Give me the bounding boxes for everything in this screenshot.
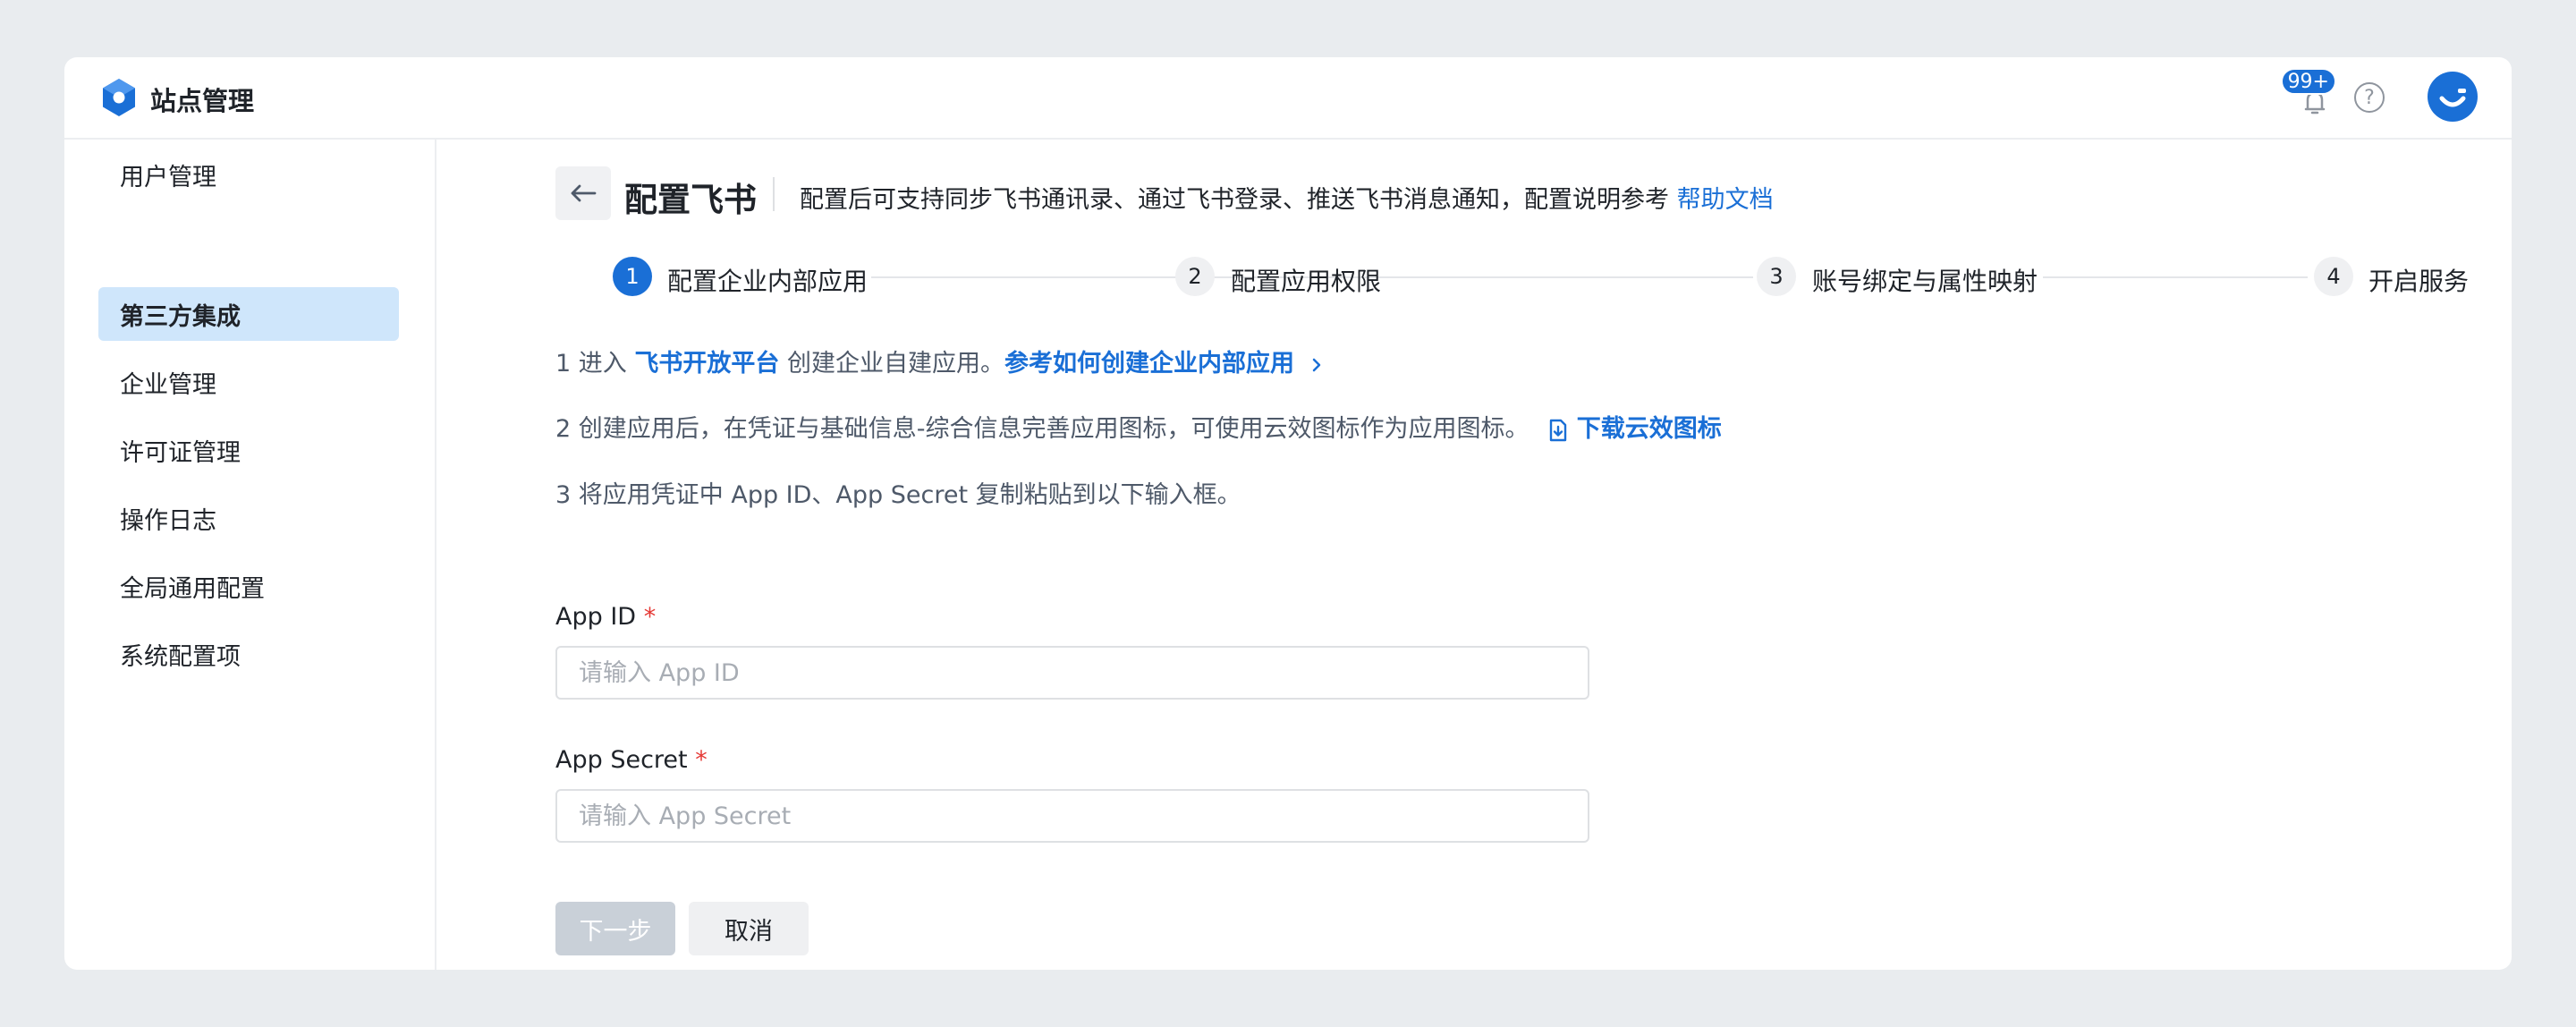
instruction-line-2: 2 创建应用后，在凭证与基础信息-综合信息完善应用图标，可使用云效图标作为应用图…: [555, 409, 1722, 444]
step-3-number: 3: [1757, 257, 1796, 296]
instruction-1-mid: 创建企业自建应用。: [786, 350, 1004, 378]
sidebar-item-license-management[interactable]: 许可证管理: [98, 423, 399, 477]
arrow-left-icon: [571, 184, 597, 202]
how-to-create-app-link[interactable]: 参考如何创建企业内部应用: [1004, 350, 1294, 378]
instruction-line-1: 1 进入 飞书开放平台 创建企业自建应用。参考如何创建企业内部应用: [555, 344, 1326, 378]
question-circle-icon[interactable]: ?: [2354, 82, 2385, 113]
app-id-input[interactable]: [555, 646, 1589, 700]
app-secret-label-text: App Secret: [555, 746, 688, 774]
avatar[interactable]: [2428, 72, 2478, 122]
avatar-face-icon: [2439, 89, 2466, 107]
step-3-label: 账号绑定与属性映射: [1812, 267, 2038, 296]
back-button[interactable]: [555, 166, 611, 220]
page-title: 配置飞书: [624, 181, 757, 219]
help-doc-link[interactable]: 帮助文档: [1677, 186, 1774, 214]
file-download-icon[interactable]: [1547, 419, 1569, 442]
step-connector: [1388, 276, 1753, 278]
required-mark: *: [695, 746, 708, 774]
instruction-line-3: 3 将应用凭证中 App ID、App Secret 复制粘贴到以下输入框。: [555, 481, 1241, 509]
top-header: 站点管理 99+ ?: [64, 57, 2512, 140]
cancel-button[interactable]: 取消: [689, 902, 809, 955]
sidebar-item-system-config[interactable]: 系统配置项: [98, 627, 399, 681]
app-id-label-text: App ID: [555, 603, 637, 631]
app-secret-label: App Secret *: [555, 746, 708, 774]
app-id-label: App ID *: [555, 603, 656, 631]
title-divider: [773, 177, 775, 211]
hexagon-logo-icon: [103, 79, 135, 116]
download-icon-link[interactable]: 下载云效图标: [1577, 415, 1722, 443]
step-1-label: 配置企业内部应用: [667, 267, 869, 296]
app-title: 站点管理: [150, 86, 255, 116]
page-description: 配置后可支持同步飞书通讯录、通过飞书登录、推送飞书消息通知，配置说明参考 帮助文…: [800, 180, 1774, 215]
step-1-number: 1: [613, 257, 652, 296]
instruction-1-prefix: 1 进入: [555, 350, 627, 378]
step-4-number: 4: [2314, 257, 2353, 296]
sidebar: 用户管理 第三方集成 企业管理 许可证管理 操作日志 全局通用配置 系统配置项: [64, 140, 436, 970]
sidebar-item-operation-log[interactable]: 操作日志: [98, 491, 399, 545]
app-secret-input[interactable]: [555, 789, 1589, 843]
main-content: 配置飞书 配置后可支持同步飞书通讯录、通过飞书登录、推送飞书消息通知，配置说明参…: [436, 140, 2512, 970]
step-2-label: 配置应用权限: [1231, 267, 1382, 296]
step-2-number: 2: [1175, 257, 1215, 296]
sidebar-item-enterprise-management[interactable]: 企业管理: [98, 355, 399, 409]
feishu-open-platform-link[interactable]: 飞书开放平台: [634, 350, 779, 378]
next-step-button[interactable]: 下一步: [555, 902, 675, 955]
sidebar-item-user-management[interactable]: 用户管理: [98, 148, 399, 201]
sidebar-item-third-party-integration[interactable]: 第三方集成: [98, 287, 399, 341]
chevron-right-icon[interactable]: [1308, 356, 1326, 374]
sidebar-item-global-config[interactable]: 全局通用配置: [98, 559, 399, 613]
instruction-2-text: 2 创建应用后，在凭证与基础信息-综合信息完善应用图标，可使用云效图标作为应用图…: [555, 415, 1530, 443]
step-4-label: 开启服务: [2368, 267, 2470, 296]
step-connector: [2043, 276, 2308, 278]
notification-badge: 99+: [2280, 68, 2336, 95]
page-description-text: 配置后可支持同步飞书通讯录、通过飞书登录、推送飞书消息通知，配置说明参考: [800, 186, 1669, 214]
main-card: 站点管理 99+ ? 用户管理 第三方集成 企业管理 许可证管理 操作日志 全局…: [64, 57, 2512, 970]
required-mark: *: [643, 603, 657, 631]
